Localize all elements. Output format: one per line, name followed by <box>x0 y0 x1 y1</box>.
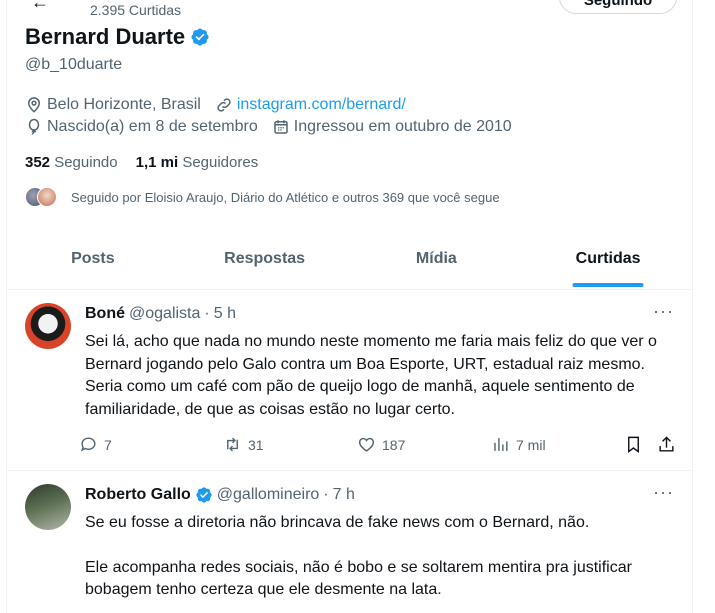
avatar[interactable] <box>25 303 71 349</box>
like-button[interactable]: 187 <box>357 435 405 454</box>
tab-replies[interactable]: Respostas <box>179 228 351 289</box>
retweet-button[interactable]: 31 <box>223 435 264 454</box>
tweet-separator: · <box>204 305 210 322</box>
tweet-header: Boné @ogalista · 5 h <box>85 305 236 323</box>
following-label: Seguindo <box>54 154 118 171</box>
follow-stats: 352 Seguindo 1,1 mi Seguidores <box>25 154 258 171</box>
views-count: 7 mil <box>516 436 546 453</box>
views-button[interactable]: 7 mil <box>491 435 546 454</box>
balloon-icon <box>28 118 40 135</box>
followed-by-text: Seguido por Eloisio Araujo, Diário do At… <box>71 189 500 205</box>
followers-link[interactable]: 1,1 mi Seguidores <box>136 154 259 171</box>
tweet-author-name[interactable]: Boné <box>85 305 125 323</box>
profile-tabs: Posts Respostas Mídia Curtidas <box>7 228 692 290</box>
tab-likes[interactable]: Curtidas <box>522 228 692 289</box>
tweet-paragraph: Sei lá, acho que nada no mundo neste mom… <box>85 333 657 418</box>
reply-count: 7 <box>104 436 112 453</box>
tweet-paragraph: Ele acompanha redes sociais, não é bobo … <box>85 558 632 599</box>
like-count: 187 <box>382 436 406 453</box>
website-link[interactable]: instagram.com/bernard/ <box>237 96 406 114</box>
retweet-count: 31 <box>248 436 264 453</box>
back-arrow-icon[interactable]: ← <box>31 0 49 13</box>
share-icon <box>659 436 674 452</box>
tweet[interactable]: Boné @ogalista · 5 h ··· Sei lá, acho qu… <box>7 291 692 471</box>
retweet-icon <box>227 437 238 452</box>
bookmark-button[interactable] <box>624 435 643 454</box>
profile-meta-row-2: Nascido(a) em 8 de setembro Ingressou em… <box>25 118 526 136</box>
birthday-item: Nascido(a) em 8 de setembro <box>25 118 258 136</box>
tweet-actions: 7 31 187 7 mil <box>79 435 679 459</box>
tweet-author-handle[interactable]: @ogalista <box>129 305 200 323</box>
views-bar-chart-icon <box>494 438 508 451</box>
profile-name: Bernard Duarte <box>25 24 186 49</box>
reply-icon <box>80 437 96 452</box>
joined-text: Ingressou em outubro de 2010 <box>293 118 512 135</box>
profile-name-row: Bernard Duarte <box>25 24 210 50</box>
active-tab-indicator <box>572 283 644 287</box>
tweet-time[interactable]: 7 h <box>333 486 355 504</box>
tab-label: Posts <box>71 249 115 267</box>
share-button[interactable] <box>657 435 676 454</box>
tweet-header: Roberto Gallo @gallomineiro · 7 h <box>85 486 355 504</box>
tweet-author-name[interactable]: Roberto Gallo <box>85 486 191 504</box>
reply-button[interactable]: 7 <box>79 435 112 454</box>
likes-count-subtitle: 2.395 Curtidas <box>90 2 182 18</box>
followed-by-row[interactable]: Seguido por Eloisio Araujo, Diário do At… <box>25 187 500 207</box>
heart-icon <box>358 437 375 452</box>
tweet[interactable]: Roberto Gallo @gallomineiro · 7 h ··· Se… <box>7 472 692 613</box>
tweet-separator: · <box>323 486 329 503</box>
more-options-icon[interactable]: ··· <box>653 482 674 503</box>
location-item: Belo Horizonte, Brasil <box>25 96 201 114</box>
following-button[interactable]: Seguindo <box>559 0 677 14</box>
following-count: 352 <box>25 154 51 171</box>
avatar <box>37 187 57 207</box>
tweet-text: Sei lá, acho que nada no mundo neste mom… <box>85 331 677 443</box>
profile-handle: @b_10duarte <box>25 56 123 73</box>
tab-label: Respostas <box>224 249 306 267</box>
more-options-icon[interactable]: ··· <box>653 301 674 322</box>
followed-by-avatars <box>25 187 57 207</box>
joined-item: Ingressou em outubro de 2010 <box>272 118 512 136</box>
avatar[interactable] <box>25 484 71 530</box>
tab-label: Mídia <box>415 249 457 267</box>
location-pin-icon <box>27 97 41 113</box>
followers-label: Seguidores <box>182 154 259 171</box>
verified-badge-icon <box>191 28 209 46</box>
following-link[interactable]: 352 Seguindo <box>25 154 118 171</box>
website-item[interactable]: instagram.com/bernard/ <box>215 96 406 114</box>
tweet-time[interactable]: 5 h <box>214 305 236 323</box>
profile-meta-row-1: Belo Horizonte, Brasil instagram.com/ber… <box>25 96 420 114</box>
tweet-paragraph: Se eu fosse a diretoria não brincava de … <box>85 514 590 531</box>
profile-page: ← 2.395 Curtidas Seguindo Bernard Duarte… <box>6 0 693 613</box>
tweet-text: Se eu fosse a diretoria não brincava de … <box>85 512 677 613</box>
tab-posts[interactable]: Posts <box>7 228 179 289</box>
location-text: Belo Horizonte, Brasil <box>47 96 201 113</box>
followers-count: 1,1 mi <box>135 154 179 171</box>
birthday-text: Nascido(a) em 8 de setembro <box>47 118 258 135</box>
link-icon <box>217 98 231 112</box>
tweet-author-handle[interactable]: @gallomineiro <box>217 486 320 504</box>
tab-media[interactable]: Mídia <box>351 228 523 289</box>
calendar-icon <box>274 120 288 134</box>
tab-label: Curtidas <box>575 249 641 267</box>
verified-badge-icon <box>196 487 212 503</box>
bookmark-icon <box>628 436 639 454</box>
